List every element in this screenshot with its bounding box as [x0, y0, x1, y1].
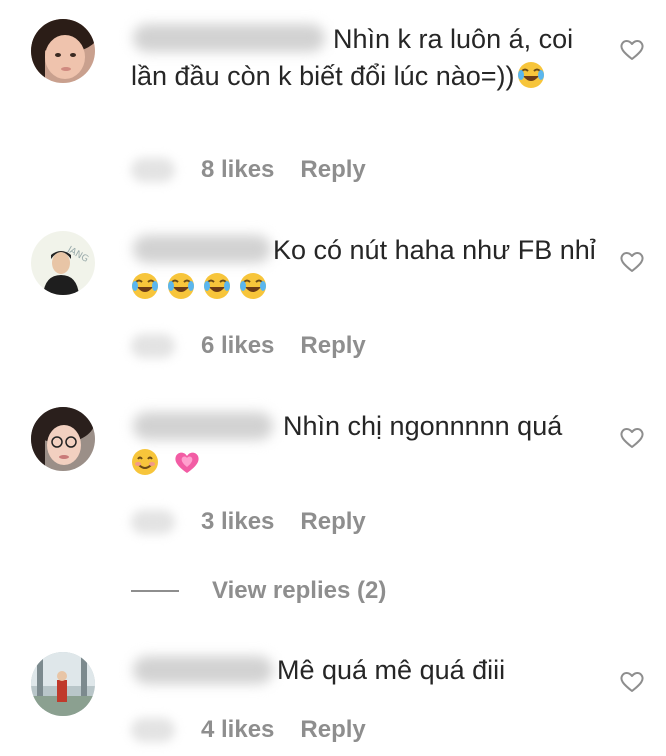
heart-icon[interactable]	[619, 669, 645, 695]
likes-count[interactable]: 3 likes	[201, 508, 274, 536]
likes-count[interactable]: 8 likes	[201, 156, 274, 184]
comment-text: Ko có nút haha như FB nhỉ	[131, 232, 601, 306]
likes-count[interactable]: 6 likes	[201, 332, 274, 360]
comment-list: Nhìn k ra luôn á, coi lần đầu còn k biết…	[0, 0, 666, 756]
comment-text: Nhìn k ra luôn á, coi lần đầu còn k biết…	[131, 21, 601, 95]
face-with-tears-of-joy-emoji	[132, 273, 158, 299]
view-replies-button[interactable]: View replies (2)	[131, 574, 386, 608]
reply-button[interactable]: Reply	[300, 332, 365, 360]
timestamp-blurred	[131, 334, 175, 358]
divider-line	[131, 590, 179, 592]
likes-count[interactable]: 4 likes	[201, 716, 274, 744]
comment-meta: 6 likes Reply	[131, 329, 366, 363]
comment-body: Ko có nút haha như FB nhỉ	[273, 235, 596, 265]
comment-text: Nhìn chị ngonnnnn quá	[131, 408, 601, 482]
heart-icon[interactable]	[619, 425, 645, 451]
comment-text: Mê quá mê quá điii	[131, 652, 601, 689]
avatar[interactable]	[31, 652, 95, 716]
face-with-tears-of-joy-emoji	[240, 273, 266, 299]
growing-heart-emoji	[175, 452, 199, 473]
comment-body: Nhìn chị ngonnnnn quá	[283, 411, 563, 441]
avatar[interactable]	[31, 407, 95, 471]
timestamp-blurred	[131, 158, 175, 182]
view-replies-label: View replies (2)	[212, 577, 387, 604]
reply-button[interactable]: Reply	[300, 508, 365, 536]
comment-body: Nhìn k ra luôn á, coi lần đầu còn k biết…	[131, 24, 574, 91]
reply-button[interactable]: Reply	[300, 156, 365, 184]
timestamp-blurred	[131, 510, 175, 534]
face-with-tears-of-joy-emoji	[517, 62, 544, 88]
comment-meta: 4 likes Reply	[131, 713, 366, 747]
face-with-tears-of-joy-emoji	[168, 273, 194, 299]
avatar[interactable]	[31, 19, 95, 83]
comment-meta: 8 likes Reply	[131, 153, 366, 187]
timestamp-blurred	[131, 718, 175, 742]
reply-button[interactable]: Reply	[300, 716, 365, 744]
comment-meta: 3 likes Reply	[131, 505, 366, 539]
heart-icon[interactable]	[619, 37, 645, 63]
heart-icon[interactable]	[619, 249, 645, 275]
comment-body: Mê quá mê quá điii	[277, 655, 506, 685]
face-with-tears-of-joy-emoji	[204, 273, 230, 299]
avatar[interactable]: JANG	[31, 231, 95, 295]
smiling-face-emoji	[132, 449, 158, 475]
